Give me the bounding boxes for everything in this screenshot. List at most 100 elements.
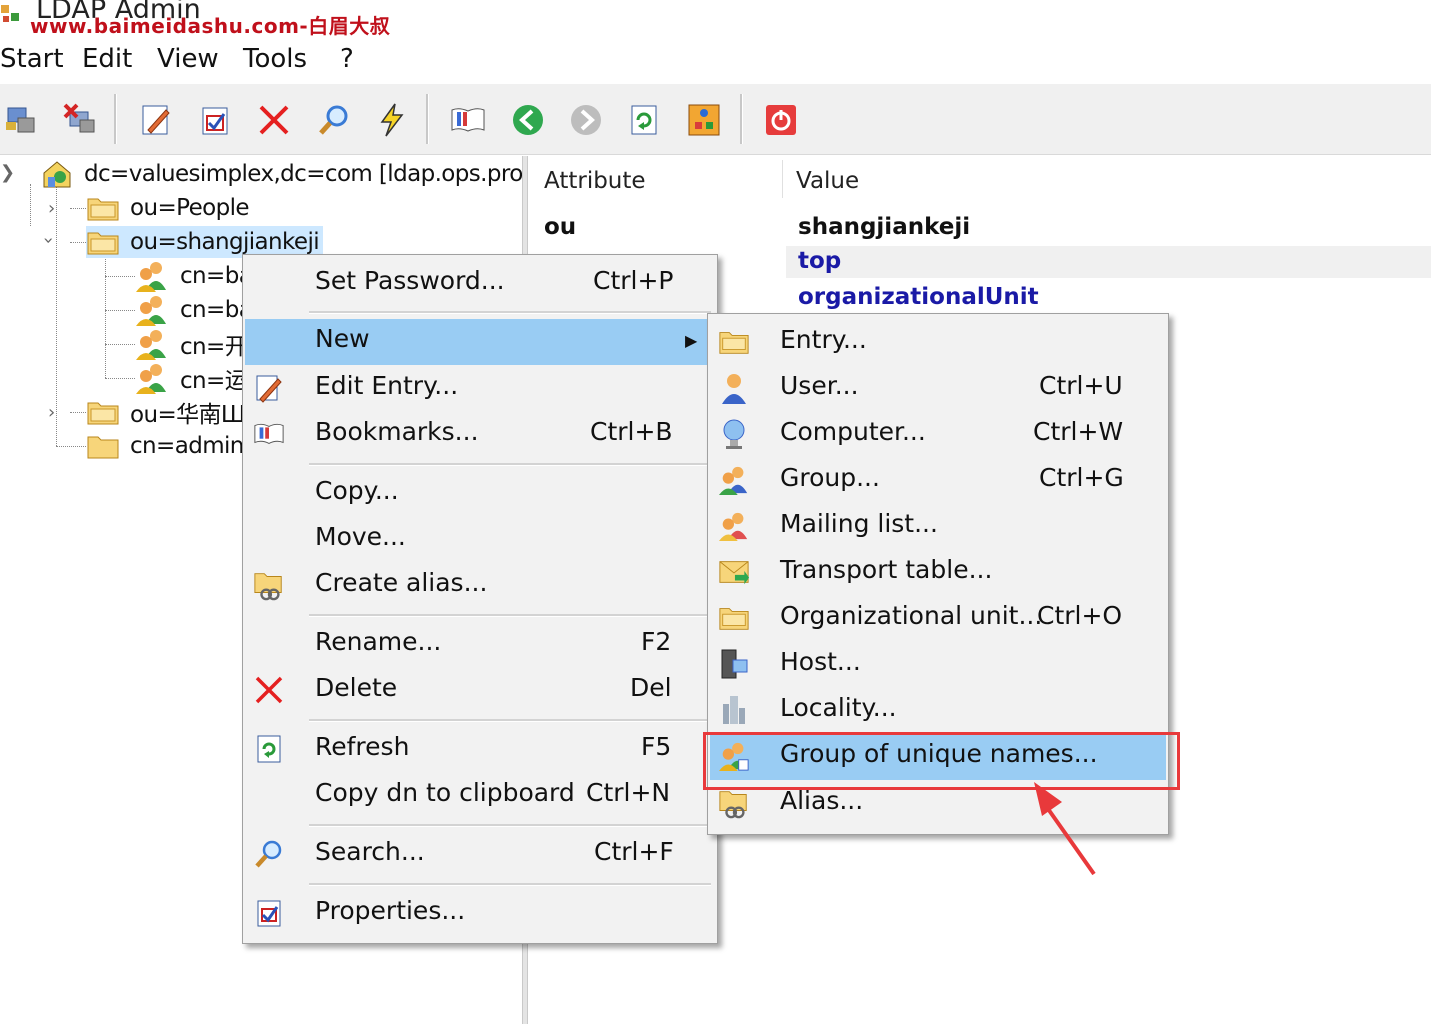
submenu-item-organizational-unit[interactable]: Organizational unit... Ctrl+O xyxy=(710,596,1166,640)
attribute-column-header[interactable]: Attribute xyxy=(544,168,646,194)
menu-item-shortcut: F2 xyxy=(641,627,672,656)
menu-item-label: Computer... xyxy=(780,417,926,446)
menu-item-label: Alias... xyxy=(780,786,864,815)
menu-help[interactable]: ? xyxy=(340,44,354,74)
tree-node[interactable]: ou=华南Ш xyxy=(86,396,249,428)
forward-arrow-icon[interactable] xyxy=(566,100,606,140)
tree-node[interactable]: cn=ba xyxy=(136,294,256,326)
chevron-down-icon[interactable]: › xyxy=(38,237,59,244)
tree-line xyxy=(105,256,106,378)
menu-item-refresh[interactable]: Refresh F5 xyxy=(245,727,715,771)
menu-item-label: Create alias... xyxy=(315,568,488,597)
column-separator[interactable] xyxy=(782,160,783,198)
bookmarks-icon xyxy=(253,418,285,450)
schema-icon[interactable] xyxy=(684,100,724,140)
menu-item-label: New xyxy=(315,324,370,353)
menu-item-properties[interactable]: Properties... xyxy=(245,891,715,935)
delete-icon[interactable] xyxy=(254,100,294,140)
menu-item-copy-dn[interactable]: Copy dn to clipboard Ctrl+N xyxy=(245,773,715,817)
menu-item-shortcut: Del xyxy=(630,673,672,702)
menu-item-label: Group... xyxy=(780,463,880,492)
domain-icon xyxy=(43,161,71,188)
menu-item-set-password[interactable]: Set Password... Ctrl+P xyxy=(245,261,715,305)
submenu-item-entry[interactable]: Entry... xyxy=(710,320,1166,364)
menu-item-label: Search... xyxy=(315,837,425,866)
menu-tools[interactable]: Tools xyxy=(243,44,307,74)
menu-item-search[interactable]: Search... Ctrl+F xyxy=(245,832,715,876)
disconnect-icon[interactable] xyxy=(60,100,100,140)
menu-item-label: Move... xyxy=(315,522,406,551)
tree-root-node[interactable]: dc=valuesimplex,dc=com [ldap.ops.prod.v xyxy=(40,158,522,190)
menu-item-create-alias[interactable]: Create alias... xyxy=(245,563,715,607)
chevron-right-icon[interactable]: › xyxy=(48,402,55,423)
properties-icon[interactable] xyxy=(196,100,236,140)
submenu-item-computer[interactable]: Computer... Ctrl+W xyxy=(710,412,1166,456)
edit-icon xyxy=(253,372,285,404)
user-icon xyxy=(718,372,750,404)
submenu-item-transport-table[interactable]: Transport table... xyxy=(710,550,1166,594)
tree-node[interactable]: cn=ba xyxy=(136,260,256,292)
tree-node-label: cn=admin xyxy=(130,433,244,459)
refresh-icon[interactable] xyxy=(624,100,664,140)
submenu-arrow-icon: ▶ xyxy=(685,331,698,350)
menu-item-rename[interactable]: Rename... F2 xyxy=(245,622,715,666)
menu-item-label: Bookmarks... xyxy=(315,417,479,446)
submenu-item-mailing-list[interactable]: Mailing list... xyxy=(710,504,1166,548)
menu-item-shortcut: Ctrl+B xyxy=(590,417,673,446)
menu-item-new[interactable]: New ▶ xyxy=(245,319,715,365)
menu-item-shortcut: Ctrl+U xyxy=(1039,371,1123,400)
tree-line xyxy=(30,184,31,226)
menu-item-shortcut: Ctrl+P xyxy=(593,266,674,295)
menu-separator xyxy=(309,614,711,617)
menu-edit[interactable]: Edit xyxy=(82,44,132,74)
tree-node[interactable]: ou=People xyxy=(86,192,253,224)
menu-separator xyxy=(309,719,711,722)
annotation-highlight-box xyxy=(703,732,1180,790)
tree-line xyxy=(56,446,86,447)
chevron-down-icon[interactable]: ❯ xyxy=(0,162,15,183)
submenu-item-user[interactable]: User... Ctrl+U xyxy=(710,366,1166,410)
menu-item-move[interactable]: Move... xyxy=(245,517,715,561)
submenu-item-group[interactable]: Group... Ctrl+G xyxy=(710,458,1166,502)
menu-view[interactable]: View xyxy=(157,44,219,74)
back-arrow-icon[interactable] xyxy=(508,100,548,140)
tree-line xyxy=(105,344,135,345)
group-icon xyxy=(136,296,166,326)
transport-icon xyxy=(718,556,750,588)
host-icon xyxy=(718,648,750,680)
folder-icon xyxy=(87,436,119,459)
folder-icon xyxy=(718,326,750,358)
menu-item-bookmarks[interactable]: Bookmarks... Ctrl+B xyxy=(245,412,715,456)
connect-icon[interactable] xyxy=(2,100,42,140)
bookmarks-icon[interactable] xyxy=(448,100,488,140)
refresh-icon xyxy=(253,733,285,765)
tree-node-label: cn=运 xyxy=(180,368,248,394)
search-icon[interactable] xyxy=(314,100,354,140)
folder-icon xyxy=(87,402,119,425)
menu-item-shortcut: Ctrl+F xyxy=(594,837,674,866)
menu-item-label: Edit Entry... xyxy=(315,371,459,400)
tree-node[interactable]: cn=运 xyxy=(136,362,251,394)
menu-separator xyxy=(309,883,711,886)
edit-icon[interactable] xyxy=(136,100,176,140)
value-column-header[interactable]: Value xyxy=(796,168,859,194)
alias-icon xyxy=(253,569,285,601)
exit-icon[interactable] xyxy=(761,100,801,140)
attribute-row[interactable]: top xyxy=(786,246,1431,278)
tree-node-label: ou=People xyxy=(130,195,250,221)
submenu-item-locality[interactable]: Locality... xyxy=(710,688,1166,732)
chevron-right-icon[interactable]: › xyxy=(48,198,55,219)
submenu-item-host[interactable]: Host... xyxy=(710,642,1166,686)
menu-item-edit-entry[interactable]: Edit Entry... xyxy=(245,366,715,410)
lightning-icon[interactable] xyxy=(372,100,412,140)
toolbar-separator xyxy=(114,94,117,144)
tree-node[interactable]: cn=admin xyxy=(86,430,248,462)
toolbar-separator xyxy=(426,94,429,144)
menu-item-delete[interactable]: Delete Del xyxy=(245,668,715,712)
attribute-row[interactable]: ou shangjiankeji xyxy=(540,212,1431,244)
menu-item-copy[interactable]: Copy... xyxy=(245,471,715,515)
group-icon xyxy=(136,364,166,394)
menu-start[interactable]: Start xyxy=(0,44,64,74)
tree-node[interactable]: cn=开 xyxy=(136,328,251,360)
tree-line xyxy=(105,276,135,277)
